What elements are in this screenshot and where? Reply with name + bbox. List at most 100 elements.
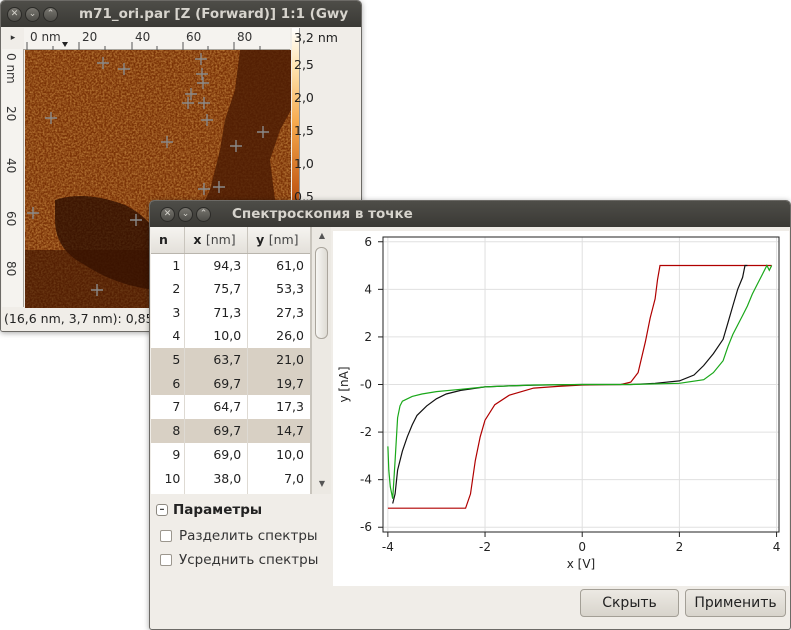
y-tick-label: 4: [364, 282, 372, 296]
color-scale-label: 1,0: [294, 156, 314, 171]
table-cell-y: 61,0: [247, 253, 310, 277]
x-tick-label: -4: [382, 540, 394, 554]
table-cell-x: 69,0: [184, 442, 249, 467]
table-row[interactable]: 1130,34,7: [151, 489, 310, 494]
table-cell-n: 11: [151, 489, 186, 494]
spectroscopy-title: Спектроскопия в точке: [232, 206, 413, 222]
table-cell-y: 10,0: [247, 442, 310, 467]
table-row[interactable]: 5 63,7 21,0: [151, 347, 310, 372]
hruler-ticks: [26, 42, 261, 50]
table-row[interactable]: 2 75,7 53,3: [151, 276, 310, 301]
table-cell-y: 26,0: [247, 324, 310, 348]
scroll-down-icon[interactable]: ▼: [312, 479, 332, 488]
vruler-label: 40: [4, 158, 18, 174]
spectroscopy-dialog: ✕ ⌄ ⌃ Спектроскопия в точке n x [nm] y […: [149, 200, 791, 630]
separate-spectra-checkbox[interactable]: [160, 530, 172, 542]
table-cell-x: 10,0: [184, 324, 249, 348]
x-tick-label: 0: [578, 540, 586, 554]
table-cell-x: 94,3: [184, 253, 249, 277]
close-icon[interactable]: ✕: [7, 7, 22, 22]
average-spectra-option[interactable]: Усреднить спектры: [160, 552, 318, 568]
table-cell-y: 53,3: [247, 276, 310, 301]
table-row[interactable]: 10 38,0 7,0: [151, 466, 310, 490]
points-table[interactable]: n x [nm] y [nm] 1 94,3 61,0 2 75,7 53,3 3 71,3 2…: [151, 227, 311, 494]
maximize-icon[interactable]: ⌃: [196, 207, 211, 222]
table-cell-n: 1: [151, 253, 186, 277]
table-cell-y: 17,3: [247, 395, 310, 419]
table-cell-x: 64,7: [184, 395, 249, 419]
column-header-n[interactable]: n: [151, 227, 186, 254]
table-cell-y: 7,0: [247, 466, 310, 490]
scrollbar-thumb[interactable]: [315, 247, 328, 339]
table-row[interactable]: 3 71,3 27,3: [151, 300, 310, 325]
average-spectra-checkbox[interactable]: [160, 554, 172, 566]
table-cell-n: 5: [151, 347, 186, 372]
column-header-label: y: [256, 232, 265, 248]
table-cell-y: 14,7: [247, 418, 310, 443]
table-cell-x: 30,3: [184, 489, 249, 494]
image-window-titlebar[interactable]: ✕ ⌄ ⌃ m71_ori.par [Z (Forward)] 1:1 (Gwy: [1, 1, 361, 27]
table-cell-x: 75,7: [184, 276, 249, 301]
vruler-label: 20: [4, 106, 18, 122]
image-window-title: m71_ori.par [Z (Forward)] 1:1 (Gwy: [79, 6, 349, 22]
table-cell-n: 4: [151, 324, 186, 348]
table-row[interactable]: 4 10,0 26,0: [151, 324, 310, 348]
column-header-unit: [nm]: [268, 232, 299, 248]
y-tick-label: 6: [364, 235, 372, 249]
parameters-header: Параметры: [173, 502, 263, 518]
table-row[interactable]: 7 64,7 17,3: [151, 395, 310, 419]
parameters-expander[interactable]: – Параметры: [156, 502, 262, 518]
x-tick-label: -2: [479, 540, 491, 554]
hide-button[interactable]: Скрыть: [580, 589, 679, 617]
table-cell-n: 6: [151, 371, 186, 396]
maximize-icon[interactable]: ⌃: [43, 7, 58, 22]
column-header-y[interactable]: y [nm]: [247, 227, 310, 254]
separate-spectra-label: Разделить спектры: [179, 528, 318, 544]
vruler-label: 0 nm: [4, 53, 18, 84]
table-cell-x: 69,7: [184, 371, 249, 396]
y-tick-label: -2: [360, 425, 372, 439]
table-cell-x: 38,0: [184, 466, 249, 490]
column-header-unit: [nm]: [205, 232, 236, 248]
vruler-label: 60: [4, 211, 18, 227]
table-row[interactable]: 6 69,7 19,7: [151, 371, 310, 396]
spectrum-graph[interactable]: -4 -2 0 2 4 6 4 2 -0 -2 -4 -6 x [V] y [nA]: [333, 231, 789, 586]
spectrum-chart: -4 -2 0 2 4 6 4 2 -0 -2 -4 -6 x [V] y [nA]: [337, 235, 781, 571]
table-header-row: n x [nm] y [nm]: [151, 227, 310, 254]
close-icon[interactable]: ✕: [160, 207, 175, 222]
table-cell-x: 63,7: [184, 347, 249, 372]
x-tick-label: 2: [676, 540, 684, 554]
color-scale-label: 2,0: [294, 90, 314, 105]
y-tick-label: -6: [360, 520, 372, 534]
apply-button[interactable]: Применить: [685, 589, 786, 617]
table-cell-x: 71,3: [184, 300, 249, 325]
column-header-label: x: [193, 232, 202, 248]
table-row[interactable]: 9 69,0 10,0: [151, 442, 310, 467]
scroll-up-icon[interactable]: ▲: [312, 231, 332, 240]
table-cell-n: 7: [151, 395, 186, 419]
table-cell-n: 2: [151, 276, 186, 301]
table-row[interactable]: 8 69,7 14,7: [151, 418, 310, 443]
x-tick-label: 4: [773, 540, 781, 554]
collapse-icon[interactable]: –: [156, 504, 168, 516]
table-cell-n: 10: [151, 466, 186, 490]
y-tick-label: -0: [360, 378, 372, 392]
column-header-x[interactable]: x [nm]: [184, 227, 249, 254]
vertical-ruler: 0 nm 20 40 60 80: [2, 49, 24, 307]
table-row[interactable]: 1 94,3 61,0: [151, 253, 310, 277]
table-scrollbar[interactable]: ▲ ▼: [311, 227, 331, 494]
table-cell-y: 27,3: [247, 300, 310, 325]
column-header-label: n: [159, 232, 168, 248]
minimize-icon[interactable]: ⌄: [178, 207, 193, 222]
view-menu-arrow-icon[interactable]: ▸: [2, 28, 24, 48]
y-tick-label: 2: [364, 330, 372, 344]
spectroscopy-titlebar[interactable]: ✕ ⌄ ⌃ Спектроскопия в точке: [150, 201, 790, 227]
table-cell-n: 8: [151, 418, 186, 443]
table-cell-n: 3: [151, 300, 186, 325]
y-tick-label: -4: [360, 473, 372, 487]
average-spectra-label: Усреднить спектры: [179, 552, 319, 568]
minimize-icon[interactable]: ⌄: [25, 7, 40, 22]
color-scale-label: 1,5: [294, 123, 314, 138]
separate-spectra-option[interactable]: Разделить спектры: [160, 528, 318, 544]
table-cell-y: 21,0: [247, 347, 310, 372]
